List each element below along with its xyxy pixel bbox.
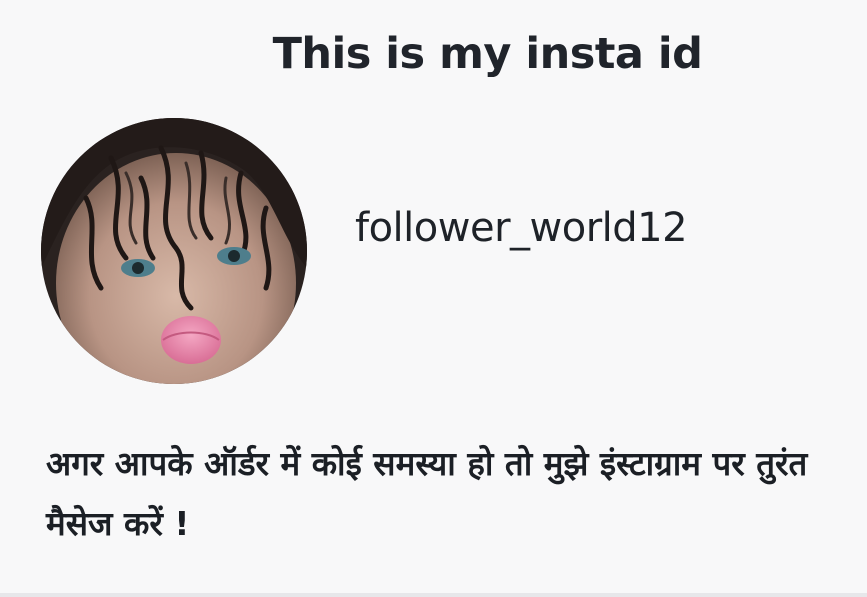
bottom-divider (0, 593, 867, 597)
page-title: This is my insta id (272, 29, 703, 79)
profile-photo-avatar-icon (41, 118, 307, 384)
avatar (41, 118, 307, 384)
username: follower_world12 (355, 205, 688, 251)
message-text: अगर आपके ऑर्डर में कोई समस्या हो तो मुझे… (46, 444, 808, 543)
